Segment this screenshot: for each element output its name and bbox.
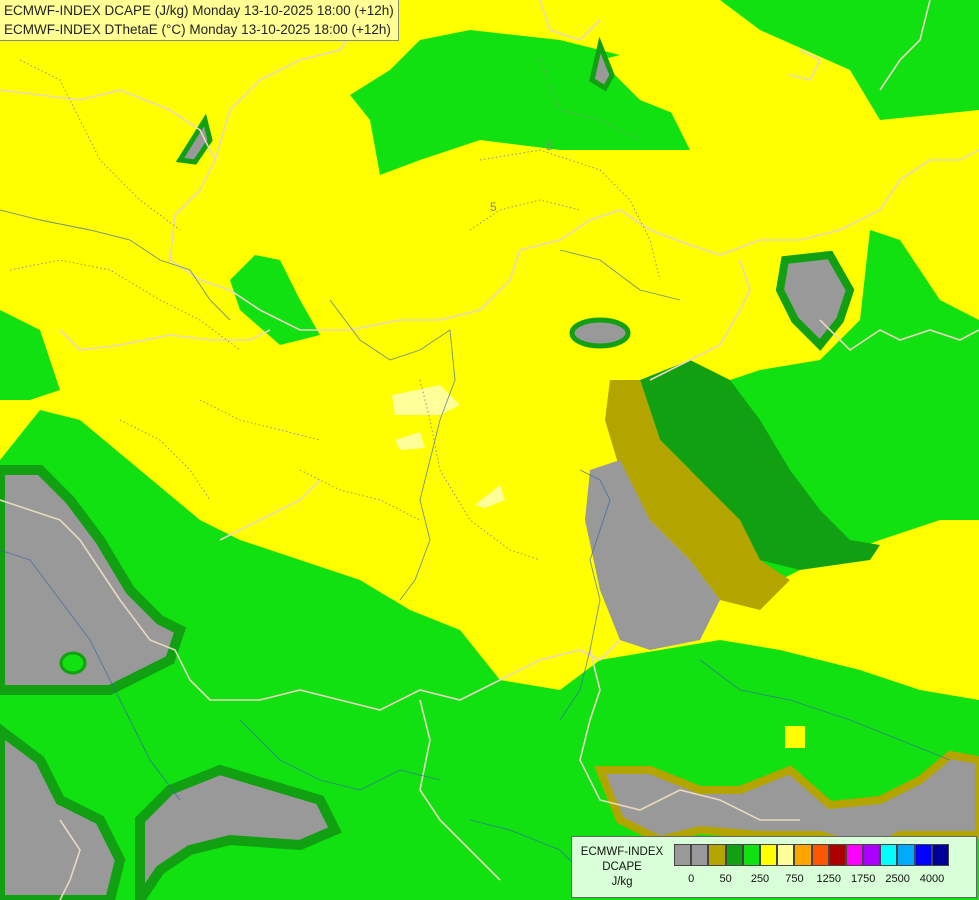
legend-label-source: ECMWF-INDEX	[580, 846, 664, 858]
legend-swatch	[914, 844, 932, 866]
legend-swatch	[897, 844, 915, 866]
legend-tick-label: 750	[785, 873, 804, 885]
legend-swatch	[828, 844, 846, 866]
legend-swatch	[725, 844, 743, 866]
title-line-dcape: ECMWF-INDEX DCAPE (J/kg) Monday 13-10-20…	[4, 3, 394, 18]
color-legend: ECMWF-INDEX DCAPE J/kg 0 50 250 750 1250 1750…	[571, 836, 977, 898]
contour-label-1: 5	[546, 139, 553, 153]
legend-swatch	[691, 844, 709, 866]
region-grey-small-1	[569, 317, 631, 349]
legend-swatch	[811, 844, 829, 866]
legend-tick-label: 1750	[850, 873, 876, 885]
legend-tick-label: 1250	[816, 873, 842, 885]
legend-tick-label: 0	[688, 873, 695, 885]
legend-swatch	[777, 844, 795, 866]
map-title-box: ECMWF-INDEX DCAPE (J/kg) Monday 13-10-20…	[0, 0, 399, 41]
region-yellow-spot-south	[785, 726, 805, 748]
legend-label-unit: J/kg	[611, 876, 633, 888]
legend-swatch	[931, 844, 949, 866]
legend-swatch	[759, 844, 778, 866]
legend-label-param: DCAPE	[602, 861, 642, 873]
legend-swatches	[674, 844, 949, 867]
legend-tick-label: 2500	[885, 873, 910, 885]
region-grey-west-hole	[59, 651, 87, 675]
map-canvas: 5 5	[0, 0, 979, 900]
title-line-dthetae: ECMWF-INDEX DThetaE (°C) Monday 13-10-20…	[4, 22, 391, 37]
legend-label: ECMWF-INDEX DCAPE J/kg	[574, 845, 670, 890]
legend-tick-label: 4000	[919, 873, 945, 885]
legend-swatch	[880, 844, 898, 866]
legend-swatch	[863, 844, 881, 866]
legend-swatch	[742, 844, 760, 866]
legend-swatch	[674, 844, 692, 866]
contour-label-2: 5	[490, 200, 497, 214]
legend-tick-label: 50	[719, 873, 732, 885]
legend-swatch	[708, 844, 726, 866]
legend-swatch	[794, 844, 812, 866]
legend-swatch	[845, 844, 864, 866]
legend-ticks: 0 50 250 750 1250 1750 2500 4000	[674, 873, 974, 889]
legend-tick-label: 250	[750, 873, 770, 885]
